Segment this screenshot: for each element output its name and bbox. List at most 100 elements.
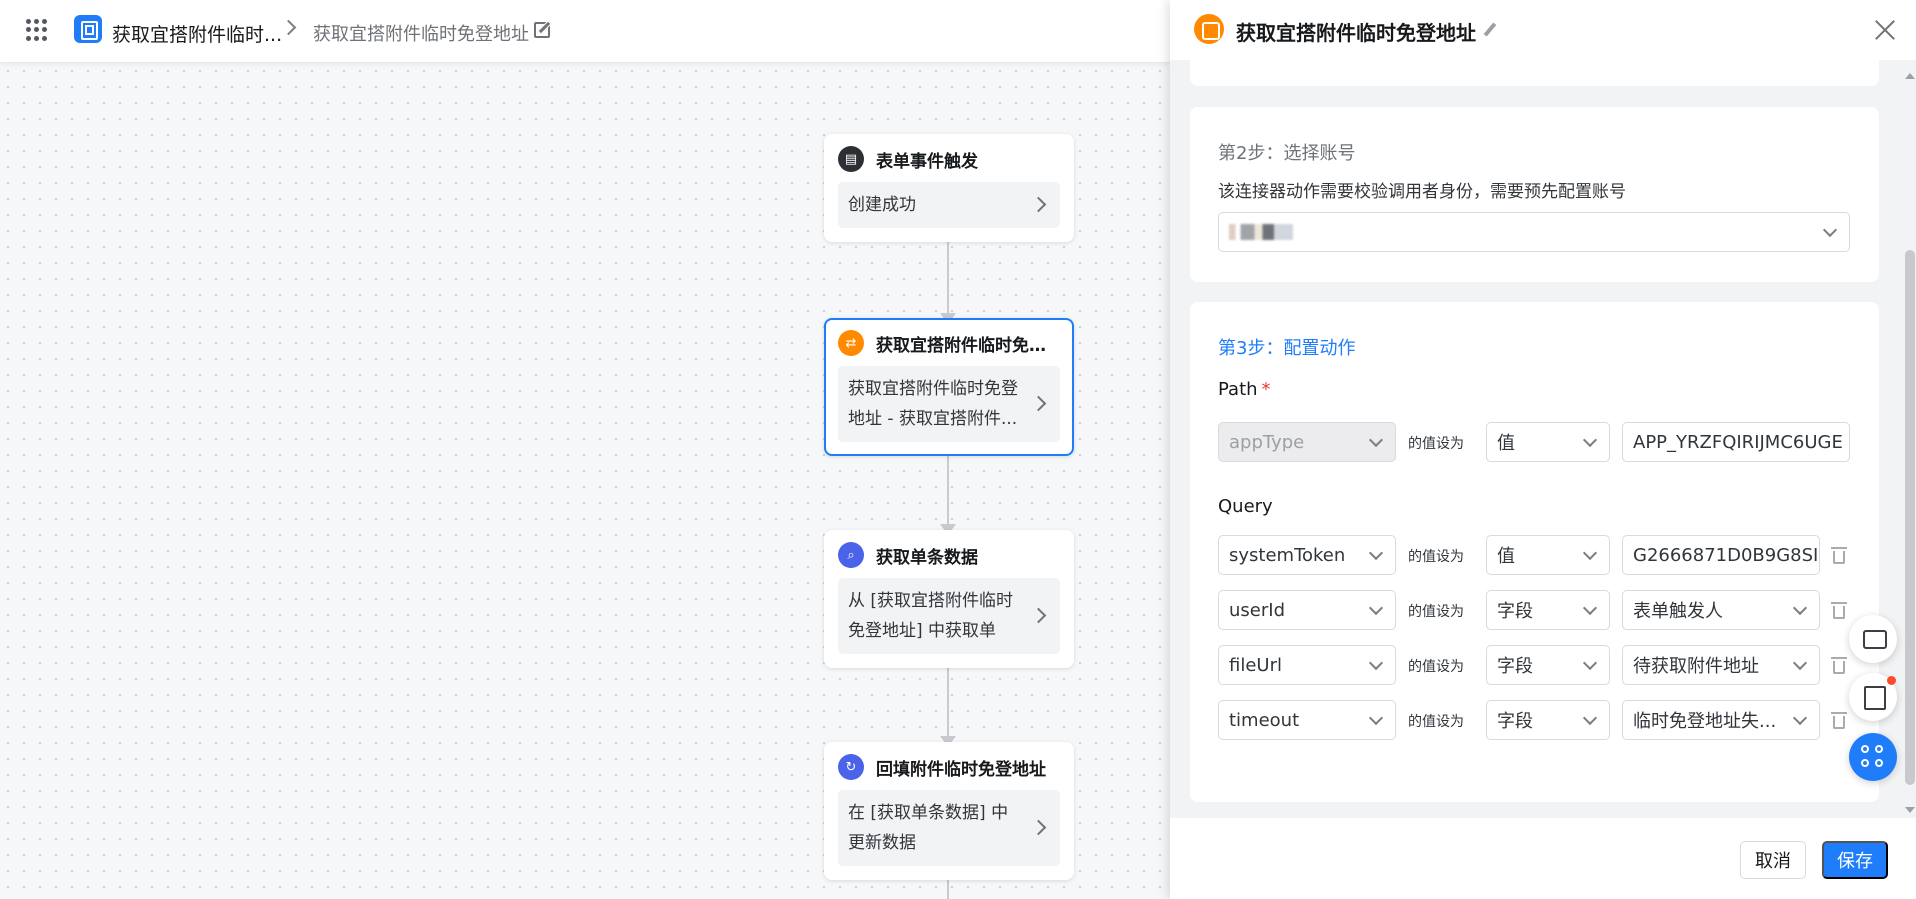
set-value-label: 的值设为	[1408, 604, 1464, 620]
refresh-icon: ↻	[838, 754, 864, 780]
chevron-right-icon	[1030, 196, 1047, 213]
set-value-label: 的值设为	[1408, 436, 1464, 452]
value-input[interactable]: APP_YRZFQIRIJMC6UGE	[1622, 422, 1850, 462]
chevron-down-icon	[1582, 432, 1598, 448]
query-label: Query	[1218, 496, 1273, 517]
apps-grid-icon[interactable]	[1849, 733, 1897, 781]
flow-canvas[interactable]: ▤ 表单事件触发 创建成功 ⇄ 获取宜搭附件临时免登地址 获取宜搭附件临时免登地…	[0, 63, 1170, 899]
node-title: 获取单条数据	[876, 547, 978, 568]
trash-icon[interactable]	[1831, 657, 1847, 674]
path-label: Path *	[1218, 379, 1271, 400]
chevron-right-icon	[1030, 819, 1047, 836]
breadcrumb-chevron-icon	[280, 19, 297, 36]
flow-connector	[940, 448, 956, 535]
app-grid-icon[interactable]	[26, 19, 48, 41]
chevron-down-icon	[1792, 600, 1808, 616]
chevron-down-icon	[1792, 655, 1808, 671]
param-select[interactable]: timeout	[1218, 700, 1396, 740]
account-value-blurred	[1229, 224, 1293, 240]
close-icon[interactable]	[1874, 18, 1896, 40]
node-title: 表单事件触发	[876, 151, 978, 172]
value-type-select[interactable]: 字段	[1486, 700, 1610, 740]
app-logo-icon	[74, 15, 102, 43]
field-select[interactable]: 待获取附件地址	[1622, 645, 1820, 685]
flow-node-get-record[interactable]: ⌕ 获取单条数据 从 [获取宜搭附件临时免登地址] 中获取单条...	[824, 530, 1074, 668]
node-body-text: 从 [获取宜搭附件临时免登地址] 中获取单条...	[848, 591, 1014, 641]
config-drawer: 第2步：选择账号 该连接器动作需要校验调用者身份，需要预先配置账号 第3步：配置…	[1170, 0, 1916, 899]
node-body[interactable]: 创建成功	[838, 182, 1060, 228]
chevron-down-icon	[1368, 600, 1384, 616]
node-body[interactable]: 在 [获取单条数据] 中更新数据	[838, 790, 1060, 866]
chevron-down-icon	[1368, 545, 1384, 561]
search-icon: ⌕	[838, 542, 864, 568]
node-title: 回填附件临时免登地址	[876, 759, 1046, 780]
scroll-down-icon[interactable]	[1905, 807, 1915, 813]
breadcrumb-page: 获取宜搭附件临时免登地址	[313, 24, 529, 45]
value-type-select[interactable]: 字段	[1486, 645, 1610, 685]
node-body-text: 创建成功	[848, 195, 916, 215]
node-body-text: 获取宜搭附件临时免登地址 - 获取宜搭附件...	[848, 379, 1018, 429]
step2-card: 第2步：选择账号 该连接器动作需要校验调用者身份，需要预先配置账号	[1190, 107, 1879, 282]
notification-dot	[1887, 676, 1896, 685]
node-title: 获取宜搭附件临时免登地址	[876, 335, 1061, 356]
value-type-select[interactable]: 字段	[1486, 590, 1610, 630]
chevron-down-icon	[1792, 710, 1808, 726]
param-select[interactable]: fileUrl	[1218, 645, 1396, 685]
chevron-down-icon	[1582, 655, 1598, 671]
node-body[interactable]: 获取宜搭附件临时免登地址 - 获取宜搭附件...	[838, 366, 1060, 442]
field-select[interactable]: 表单触发人	[1622, 590, 1820, 630]
param-select: appType	[1218, 422, 1396, 462]
connector-icon: ⇄	[838, 330, 864, 356]
step2-title: 第2步：选择账号	[1218, 143, 1356, 164]
scroll-thumb[interactable]	[1905, 250, 1915, 785]
value-type-select[interactable]: 值	[1486, 535, 1610, 575]
set-value-label: 的值设为	[1408, 714, 1464, 730]
account-select[interactable]	[1218, 212, 1850, 252]
feedback-chat-icon[interactable]	[1849, 615, 1897, 663]
set-value-label: 的值设为	[1408, 549, 1464, 565]
chevron-right-icon	[1030, 607, 1047, 624]
chevron-down-icon	[1582, 710, 1598, 726]
chevron-down-icon	[1582, 600, 1598, 616]
docs-book-icon[interactable]	[1849, 673, 1897, 721]
drawer-scrollbar[interactable]	[1903, 65, 1916, 817]
node-body[interactable]: 从 [获取宜搭附件临时免登地址] 中获取单条...	[838, 578, 1060, 654]
flow-connector	[940, 661, 956, 747]
edit-icon[interactable]	[534, 22, 550, 38]
trash-icon[interactable]	[1831, 547, 1847, 564]
top-bar: 获取宜搭附件临时... 获取宜搭附件临时免登地址	[0, 0, 1170, 63]
chevron-down-icon	[1368, 432, 1384, 448]
value-input[interactable]: G2666871D0B9G8SIF	[1622, 535, 1820, 575]
param-select[interactable]: systemToken	[1218, 535, 1396, 575]
drawer-header: 获取宜搭附件临时免登地址	[1170, 0, 1916, 60]
trash-icon[interactable]	[1831, 712, 1847, 729]
drawer-footer: 取消 保存	[1170, 818, 1916, 899]
cancel-button[interactable]: 取消	[1740, 841, 1806, 879]
trash-icon[interactable]	[1831, 602, 1847, 619]
save-button[interactable]: 保存	[1822, 841, 1888, 879]
required-mark: *	[1261, 379, 1271, 400]
pencil-icon[interactable]	[1483, 22, 1497, 37]
node-body-text: 在 [获取单条数据] 中更新数据	[848, 803, 1009, 853]
step3-card: 第3步：配置动作 Path * appType 的值设为 值 APP_YRZFQI…	[1190, 302, 1879, 802]
chevron-right-icon	[1030, 395, 1047, 412]
connector-icon	[1194, 14, 1224, 44]
set-value-label: 的值设为	[1408, 659, 1464, 675]
drawer-title: 获取宜搭附件临时免登地址	[1236, 21, 1476, 45]
flow-node-update[interactable]: ↻ 回填附件临时免登地址 在 [获取单条数据] 中更新数据	[824, 742, 1074, 880]
chevron-down-icon	[1368, 655, 1384, 671]
chevron-down-icon	[1582, 545, 1598, 561]
flow-connector	[940, 237, 956, 324]
field-select[interactable]: 临时免登地址失...	[1622, 700, 1820, 740]
flow-node-trigger[interactable]: ▤ 表单事件触发 创建成功	[824, 134, 1074, 242]
flow-node-connector[interactable]: ⇄ 获取宜搭附件临时免登地址 获取宜搭附件临时免登地址 - 获取宜搭附件...	[824, 318, 1074, 456]
document-icon: ▤	[838, 146, 864, 172]
param-select[interactable]: userId	[1218, 590, 1396, 630]
scroll-up-icon[interactable]	[1905, 73, 1915, 79]
chevron-down-icon	[1822, 222, 1838, 238]
chevron-down-icon	[1368, 710, 1384, 726]
step3-title: 第3步：配置动作	[1218, 338, 1356, 359]
breadcrumb-app[interactable]: 获取宜搭附件临时...	[112, 20, 282, 47]
step2-desc: 该连接器动作需要校验调用者身份，需要预先配置账号	[1218, 182, 1626, 202]
value-type-select[interactable]: 值	[1486, 422, 1610, 462]
